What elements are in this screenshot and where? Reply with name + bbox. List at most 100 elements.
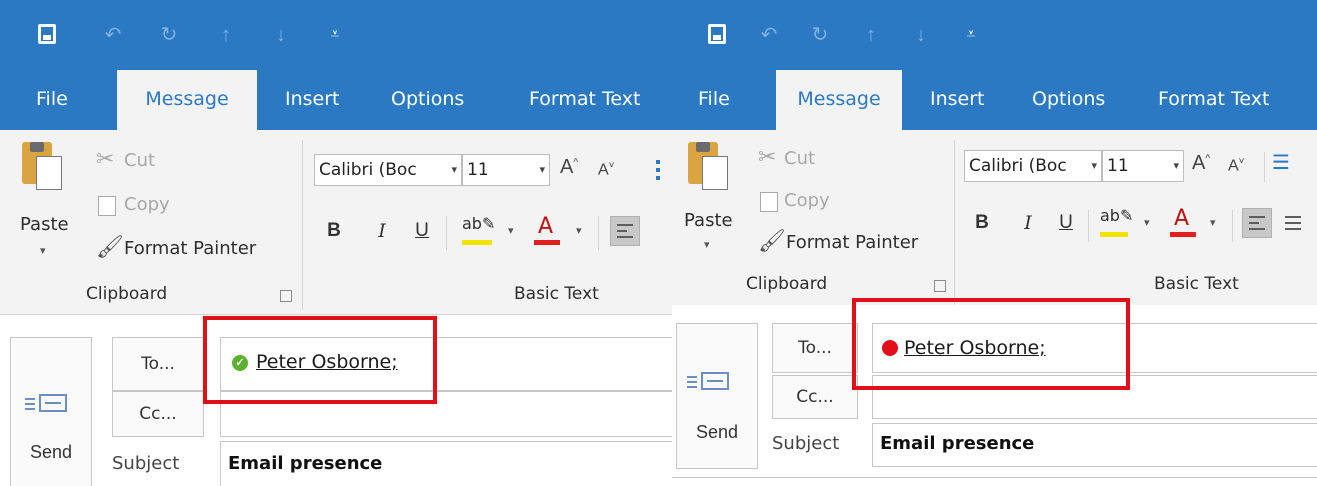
tab-options[interactable]: Options	[1032, 88, 1105, 110]
divider	[446, 216, 447, 250]
quick-access-toolbar: ↶ ↻ ↑ ↓ ⩡	[0, 0, 672, 70]
basic-text-group-label: Basic Text	[1154, 274, 1239, 294]
redo-icon[interactable]: ↻	[807, 22, 833, 48]
format-painter-button[interactable]: Format Painter	[124, 238, 256, 259]
divider	[1088, 210, 1089, 242]
tab-insert[interactable]: Insert	[930, 88, 985, 110]
italic-button[interactable]: I	[370, 220, 394, 242]
quick-access-toolbar: ↶ ↻ ↑ ↓ ⩡	[672, 0, 1317, 70]
font-color-icon[interactable]: A	[538, 214, 553, 239]
shrink-font-icon[interactable]: A˅	[598, 160, 615, 179]
font-color-bar	[1170, 232, 1196, 237]
red-highlight-box	[203, 316, 437, 404]
basic-text-group-label: Basic Text	[514, 284, 599, 304]
tab-options[interactable]: Options	[391, 88, 464, 110]
to-button[interactable]: To...	[772, 323, 858, 373]
paste-dropdown-icon[interactable]: ▾	[704, 238, 710, 251]
format-painter-icon: 🖌	[758, 228, 786, 253]
send-icon	[39, 394, 67, 412]
cc-button[interactable]: Cc...	[772, 375, 858, 419]
copy-button[interactable]: Copy	[124, 194, 170, 215]
save-icon[interactable]	[708, 24, 726, 44]
font-name-combo[interactable]: Calibri (Boc ▾	[964, 150, 1102, 182]
font-color-dropdown-icon[interactable]: ▾	[1210, 216, 1216, 229]
cut-icon: ✂	[758, 144, 777, 169]
tab-file[interactable]: File	[698, 88, 730, 110]
bullets-icon[interactable]	[656, 160, 660, 184]
paste-icon[interactable]	[22, 136, 62, 192]
highlight-color-bar	[1100, 232, 1128, 237]
redo-icon[interactable]: ↻	[156, 22, 182, 48]
highlight-icon[interactable]: ab✎	[1100, 206, 1133, 225]
font-name-combo[interactable]: Calibri (Boc ▾	[314, 154, 462, 186]
paste-dropdown-icon[interactable]: ▾	[40, 244, 46, 257]
down-arrow-icon[interactable]: ↓	[268, 22, 294, 48]
tab-message[interactable]: Message	[117, 70, 257, 130]
grow-font-icon[interactable]: A^	[560, 156, 578, 179]
down-arrow-icon[interactable]: ↓	[908, 22, 934, 48]
ribbon-tabs: File Message Insert Options Format Text	[0, 70, 672, 130]
ribbon-tabs: File Message Insert Options Format Text	[672, 70, 1317, 130]
customize-qat-icon[interactable]: ⩡	[322, 22, 348, 48]
to-button[interactable]: To...	[112, 337, 204, 391]
underline-button[interactable]: U	[1054, 212, 1078, 234]
bullets-icon[interactable]: ☰	[1272, 150, 1290, 174]
divider	[598, 216, 599, 250]
send-button[interactable]: Send	[676, 323, 758, 469]
highlight-icon[interactable]: ab✎	[462, 214, 495, 233]
bold-button[interactable]: B	[322, 220, 346, 242]
paste-button[interactable]: Paste	[20, 214, 69, 235]
undo-icon[interactable]: ↶	[100, 22, 126, 48]
up-arrow-icon[interactable]: ↑	[213, 22, 239, 48]
highlight-dropdown-icon[interactable]: ▾	[508, 224, 514, 237]
ribbon: Paste ▾ ✂ Cut Copy 🖌 Format Painter Clip…	[0, 130, 672, 315]
font-size-combo[interactable]: 11 ▾	[1102, 150, 1184, 182]
undo-icon[interactable]: ↶	[756, 22, 782, 48]
clipboard-group-label: Clipboard	[86, 284, 168, 304]
subject-label: Subject	[772, 433, 840, 454]
tab-file[interactable]: File	[36, 88, 68, 110]
align-left-icon[interactable]	[610, 216, 640, 246]
customize-qat-icon[interactable]: ⩡	[958, 22, 984, 48]
up-arrow-icon[interactable]: ↑	[858, 22, 884, 48]
font-color-icon[interactable]: A	[1174, 206, 1189, 231]
subject-value: Email presence	[228, 453, 383, 474]
underline-button[interactable]: U	[410, 220, 434, 242]
copy-icon	[760, 192, 778, 212]
message-body[interactable]	[672, 477, 1317, 486]
subject-value: Email presence	[880, 433, 1035, 454]
clipboard-dialog-launcher-icon[interactable]	[280, 290, 292, 302]
cut-button[interactable]: Cut	[784, 148, 815, 169]
bold-button[interactable]: B	[970, 212, 994, 234]
font-size-combo[interactable]: 11 ▾	[462, 154, 550, 186]
grow-font-icon[interactable]: A^	[1192, 152, 1210, 175]
clipboard-group-label: Clipboard	[746, 274, 828, 294]
font-color-dropdown-icon[interactable]: ▾	[576, 224, 582, 237]
ribbon: Paste ▾ ✂ Cut Copy 🖌 Format Painter Clip…	[672, 130, 1317, 315]
highlight-color-bar	[462, 240, 492, 245]
align-center-icon[interactable]	[1278, 208, 1308, 238]
italic-button[interactable]: I	[1016, 212, 1040, 234]
red-highlight-box	[852, 298, 1130, 390]
outlook-compose-window-left: ↶ ↻ ↑ ↓ ⩡ File Message Insert Options Fo…	[0, 0, 672, 486]
align-left-icon[interactable]	[1242, 208, 1272, 238]
divider	[1264, 152, 1265, 182]
cut-icon: ✂	[96, 146, 115, 171]
paste-icon[interactable]	[688, 136, 728, 192]
format-painter-button[interactable]: Format Painter	[786, 232, 918, 253]
tab-format-text[interactable]: Format Text	[529, 88, 640, 110]
divider	[1232, 210, 1233, 242]
outlook-compose-window-right: ↶ ↻ ↑ ↓ ⩡ File Message Insert Options Fo…	[672, 0, 1317, 486]
tab-insert[interactable]: Insert	[285, 88, 340, 110]
tab-message[interactable]: Message	[776, 70, 902, 130]
cut-button[interactable]: Cut	[124, 150, 155, 171]
send-button[interactable]: Send	[10, 337, 92, 486]
shrink-font-icon[interactable]: A˅	[1228, 156, 1245, 175]
tab-format-text[interactable]: Format Text	[1158, 88, 1269, 110]
paste-button[interactable]: Paste	[684, 210, 733, 231]
highlight-dropdown-icon[interactable]: ▾	[1144, 216, 1150, 229]
save-icon[interactable]	[38, 24, 56, 44]
cc-button[interactable]: Cc...	[112, 391, 204, 437]
copy-button[interactable]: Copy	[784, 190, 830, 211]
clipboard-dialog-launcher-icon[interactable]	[934, 280, 946, 292]
